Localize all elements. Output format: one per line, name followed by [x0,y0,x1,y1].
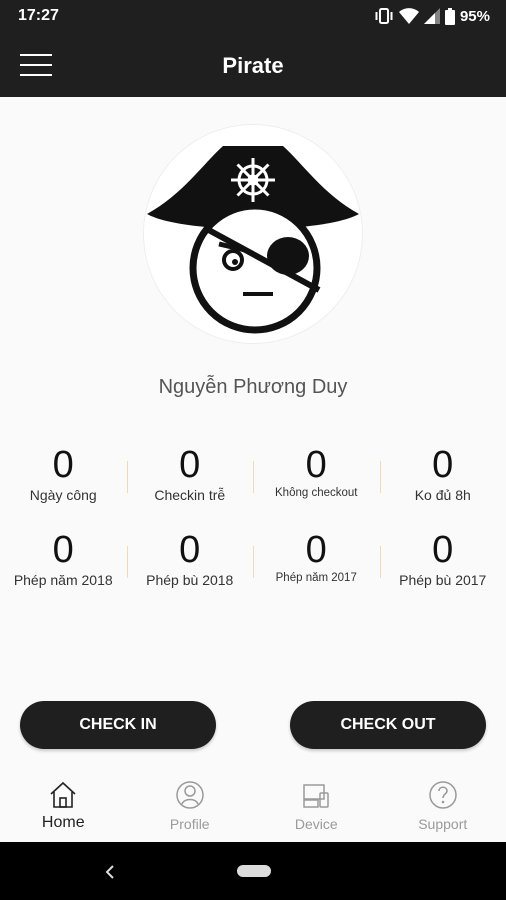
back-icon[interactable] [96,858,124,886]
stat-label: Phép năm 2018 [13,572,113,588]
vibrate-icon [375,8,393,24]
stat-label: Phép bù 2018 [146,572,234,588]
device-icon [303,784,329,808]
avatar [143,124,363,344]
stat-label: Phép năm 2017 [275,572,357,584]
help-icon [429,781,457,809]
stat-label: Ko đủ 8h [414,487,471,503]
nav-label-profile: Profile [169,816,210,832]
stat-value: 0 [179,444,201,486]
stat-value: 0 [305,444,327,486]
status-time: 17:27 [18,7,59,24]
stat-phep-bu-2018: 0 Phép bù 2018 [126,528,254,590]
user-name: Nguyễn Phương Duy [158,376,348,398]
nav-item-profile[interactable]: Profile [127,770,254,842]
stat-value: 0 [52,444,74,486]
stat-value: 0 [432,444,454,486]
signal-icon [423,8,440,24]
check-out-button[interactable]: CHECK OUT [290,701,486,749]
nav-item-support[interactable]: Support [380,770,506,842]
stat-label: Phép bù 2017 [399,572,487,588]
home-icon [50,781,76,808]
pirate-avatar-icon [147,146,359,334]
wifi-icon [398,8,419,24]
stat-phep-nam-2018: 0 Phép năm 2018 [0,528,127,590]
nav-label-support: Support [418,816,468,832]
home-pill[interactable] [237,865,271,877]
stat-value: 0 [179,529,201,571]
status-bar: 17:27 95% [0,0,506,33]
stat-label: Ngày công [29,487,97,503]
stats-row: 0 Phép năm 2018 0 Phép bù 2018 0 Phép nă… [0,528,506,590]
battery-icon [444,7,455,25]
battery-percent: 95% [459,7,490,25]
stats-row: 0 Ngày công 0 Checkin trễ 0 Không checko… [0,443,506,505]
nav-label-device: Device [294,816,338,832]
stat-ngay-cong: 0 Ngày công [0,443,127,505]
stat-checkin-tre: 0 Checkin trễ [126,443,254,505]
check-in-button[interactable]: CHECK IN [20,701,216,749]
stat-value: 0 [432,529,454,571]
stat-khong-checkout: 0 Không checkout [253,443,380,505]
stat-phep-bu-2017: 0 Phép bù 2017 [379,528,506,590]
stat-label: Không checkout [275,487,358,499]
bottom-nav: Home Profile Device Support [0,770,506,842]
nav-label-home: Home [41,814,85,831]
stat-ko-du-8h: 0 Ko đủ 8h [379,443,506,505]
status-icons: 95% [374,6,490,26]
system-nav-bar [0,842,506,900]
stat-label: Checkin trễ [154,487,226,503]
stat-value: 0 [52,529,74,571]
stat-phep-nam-2017: 0 Phép năm 2017 [253,528,380,590]
app-bar: Pirate [0,33,506,97]
stat-value: 0 [305,529,327,571]
profile-icon [176,781,204,809]
nav-item-home[interactable]: Home [0,770,127,842]
page-title: Pirate [222,53,284,78]
nav-item-device[interactable]: Device [253,770,380,842]
